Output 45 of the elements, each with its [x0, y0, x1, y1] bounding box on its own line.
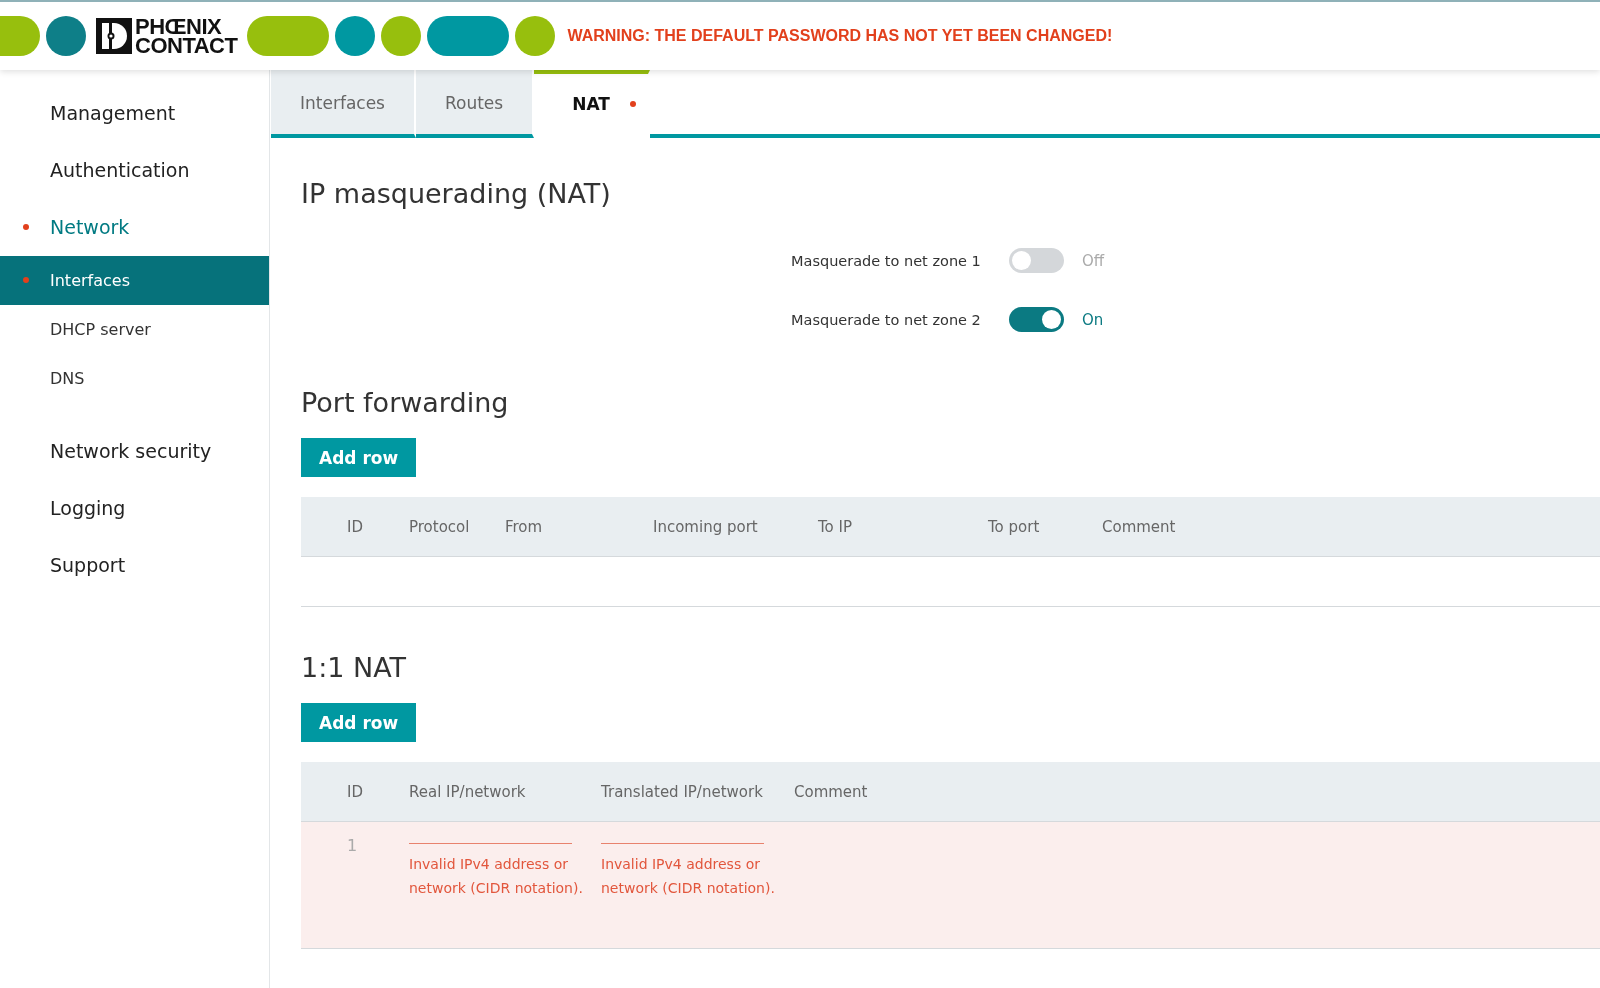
logo-text: CONTACT: [135, 36, 238, 55]
section-heading: Port forwarding: [301, 387, 510, 418]
logo-text: PHŒNIX: [135, 17, 222, 36]
column-header: Translated IP/network: [601, 782, 764, 801]
column-header: Comment: [794, 782, 869, 801]
password-warning: WARNING: THE DEFAULT PASSWORD HAS NOT YET BEEN CHANGED!: [567, 27, 1113, 45]
toggle-switch[interactable]: [1009, 307, 1064, 332]
tab[interactable]: Routes: [415, 70, 535, 138]
sidebar-item[interactable]: Logging: [0, 480, 269, 537]
column-header: Protocol: [409, 517, 471, 536]
tab[interactable]: Interfaces: [271, 70, 416, 138]
column-header: Real IP/network: [409, 782, 527, 801]
circle-shape: [335, 16, 376, 56]
column-header: ID: [347, 782, 364, 801]
sidebar-item[interactable]: Authentication: [0, 142, 269, 199]
column-header: Comment: [1102, 517, 1177, 536]
sidebar-item[interactable]: Management: [0, 85, 269, 142]
add-row-button[interactable]: Add row: [301, 703, 417, 742]
column-header: To IP: [818, 517, 854, 536]
sidebar-item[interactable]: Interfaces: [0, 256, 269, 305]
toggle-switch[interactable]: [1009, 248, 1064, 273]
column-header: ID: [347, 517, 364, 536]
sidebar-item[interactable]: Network: [0, 199, 269, 256]
sidebar-item[interactable]: DNS: [0, 354, 269, 403]
circle-shape: [46, 16, 86, 56]
toggle-label: Masquerade to net zone 2: [791, 311, 982, 328]
row-id: 1: [347, 836, 359, 855]
toggle-state: Off: [1082, 251, 1105, 270]
circle-shape: [515, 16, 556, 56]
column-header: From: [505, 517, 544, 536]
add-row-button[interactable]: Add row: [301, 438, 417, 477]
error-message: Invalid IPv4 address or network (CIDR notation).: [601, 855, 776, 898]
section-heading: IP masquerading (NAT): [301, 178, 612, 209]
sidebar-item[interactable]: Support: [0, 537, 269, 594]
sidebar-item[interactable]: Network security: [0, 423, 269, 480]
column-header: To port: [988, 517, 1041, 536]
toggle-label: Masquerade to net zone 1: [791, 252, 982, 269]
circle-shape: [381, 16, 422, 56]
toggle-state: On: [1082, 310, 1104, 329]
section-heading: 1:1 NAT: [301, 652, 408, 683]
column-header: Incoming port: [653, 517, 759, 536]
sidebar-item[interactable]: DHCP server: [0, 305, 269, 354]
error-message: Invalid IPv4 address or network (CIDR notation).: [409, 855, 584, 898]
pill-shape: [0, 16, 40, 56]
logo-mark-icon: [96, 18, 132, 54]
